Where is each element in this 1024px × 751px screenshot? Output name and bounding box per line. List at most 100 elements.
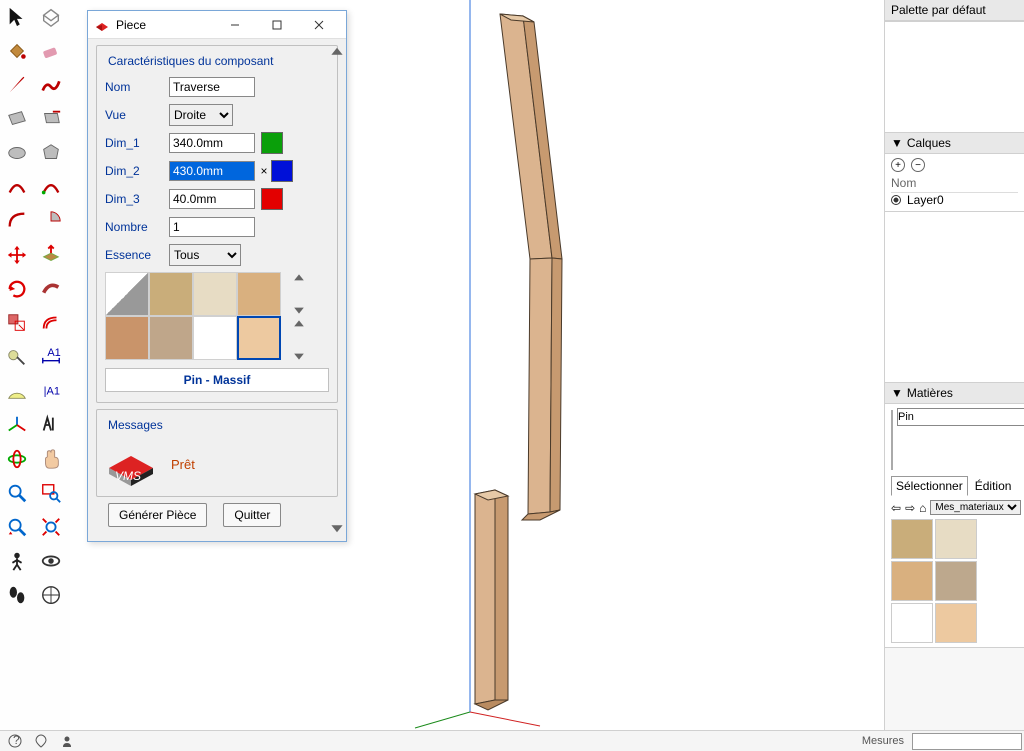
pie-tool[interactable] [34,204,68,238]
piece-dialog: Piece Caractéristiques du composant Nom … [87,10,347,542]
rectangle-tool[interactable] [0,102,34,136]
dim2-input[interactable] [169,161,255,181]
tab-selection[interactable]: Sélectionner [891,476,968,496]
layer-row[interactable]: Layer0 [891,193,1018,207]
material-swatch[interactable] [149,272,193,316]
circle-tool[interactable] [0,136,34,170]
matieres-title: Matières [907,386,953,400]
nom-label: Nom [105,80,169,94]
rotated-rectangle-tool[interactable] [34,102,68,136]
material-swatch[interactable] [105,272,149,316]
minimize-button[interactable] [214,12,256,38]
walk-tool[interactable] [0,578,34,612]
clear-dim2-icon[interactable]: × [257,164,271,178]
dimension-tool[interactable]: A1 [34,340,68,374]
material-swatch[interactable] [193,316,237,360]
material-preview[interactable] [891,410,893,470]
material-selected-name: Pin - Massif [105,368,329,392]
rotate-tool[interactable] [0,272,34,306]
mat-scroll-lower[interactable] [293,318,307,362]
maximize-button[interactable] [256,12,298,38]
collection-select[interactable]: Mes_materiaux [930,500,1021,515]
nav-back-icon[interactable]: ⇦ [891,501,901,515]
protractor-tool[interactable] [0,374,34,408]
dialog-scroll-down[interactable] [330,521,344,535]
material-thumb[interactable] [935,519,977,559]
calques-title: Calques [907,136,951,150]
position-camera-tool[interactable] [0,544,34,578]
close-button[interactable] [298,12,340,38]
material-thumb[interactable] [935,603,977,643]
offset-tool[interactable] [34,306,68,340]
zoom-extents-tool[interactable] [34,510,68,544]
material-swatch[interactable] [149,316,193,360]
orbit-tool[interactable] [0,442,34,476]
line-tool[interactable] [0,68,34,102]
material-swatch[interactable] [193,272,237,316]
layer-visible-radio[interactable] [891,195,901,205]
paint-bucket-tool[interactable] [0,34,34,68]
status-geo-icon[interactable] [34,734,48,748]
material-thumb[interactable] [935,561,977,601]
svg-text:?: ? [13,734,20,747]
material-thumb[interactable] [891,603,933,643]
material-thumb[interactable] [891,561,933,601]
arc2-tool[interactable] [34,170,68,204]
status-person-icon[interactable] [60,734,74,748]
vue-select[interactable]: Droite [169,104,233,126]
remove-layer-icon[interactable]: − [911,158,925,172]
dim3-input[interactable] [169,189,255,209]
quitter-button[interactable]: Quitter [223,503,281,527]
essence-select[interactable]: Tous [169,244,241,266]
text-tool[interactable]: |A1 [34,374,68,408]
nombre-label: Nombre [105,220,169,234]
svg-text:|A1: |A1 [44,386,60,398]
tape-tool[interactable] [0,340,34,374]
palette-header[interactable]: Palette par défaut [885,0,1024,21]
material-swatch-selected[interactable] [237,316,281,360]
mat-scroll-upper[interactable] [293,272,307,316]
home-icon[interactable]: ⌂ [919,501,926,515]
status-info-icon[interactable]: ? [8,734,22,748]
select-tool[interactable] [0,0,34,34]
pushpull-tool[interactable] [34,238,68,272]
dim1-color [261,132,283,154]
eraser-tool[interactable] [34,34,68,68]
mesures-input[interactable] [912,733,1022,750]
nav-fwd-icon[interactable]: ⇨ [905,501,915,515]
material-swatch[interactable] [105,316,149,360]
generer-button[interactable]: Générer Pièce [108,503,207,527]
message-text: Prêt [171,457,195,472]
dim1-input[interactable] [169,133,255,153]
move-tool[interactable] [0,238,34,272]
pan-tool[interactable] [34,442,68,476]
dialog-titlebar[interactable]: Piece [88,11,346,39]
section-plane-tool[interactable] [34,578,68,612]
materials-grid [105,272,295,360]
matieres-header[interactable]: ▼ Matières [885,382,1024,404]
polygon-tool[interactable] [34,136,68,170]
3dtext-tool[interactable] [34,408,68,442]
nombre-input[interactable] [169,217,255,237]
calques-header[interactable]: ▼ Calques [885,132,1024,154]
zoom-tool[interactable] [0,476,34,510]
look-around-tool[interactable] [34,544,68,578]
material-name-input[interactable] [897,408,1024,426]
zoom-prev-tool[interactable] [0,510,34,544]
left-toolbar: A1 |A1 [0,0,70,730]
messages-legend: Messages [105,418,166,432]
followme-tool[interactable] [34,272,68,306]
scale-tool[interactable] [0,306,34,340]
zoom-window-tool[interactable] [34,476,68,510]
make-component-tool[interactable] [34,0,68,34]
material-swatch[interactable] [237,272,281,316]
material-thumb[interactable] [891,519,933,559]
arc3-tool[interactable] [0,204,34,238]
axes-tool[interactable] [0,408,34,442]
dialog-scroll-up[interactable] [330,45,344,59]
nom-input[interactable] [169,77,255,97]
tab-edition[interactable]: Édition [970,476,1017,496]
arc-tool[interactable] [0,170,34,204]
add-layer-icon[interactable]: + [891,158,905,172]
freehand-tool[interactable] [34,68,68,102]
